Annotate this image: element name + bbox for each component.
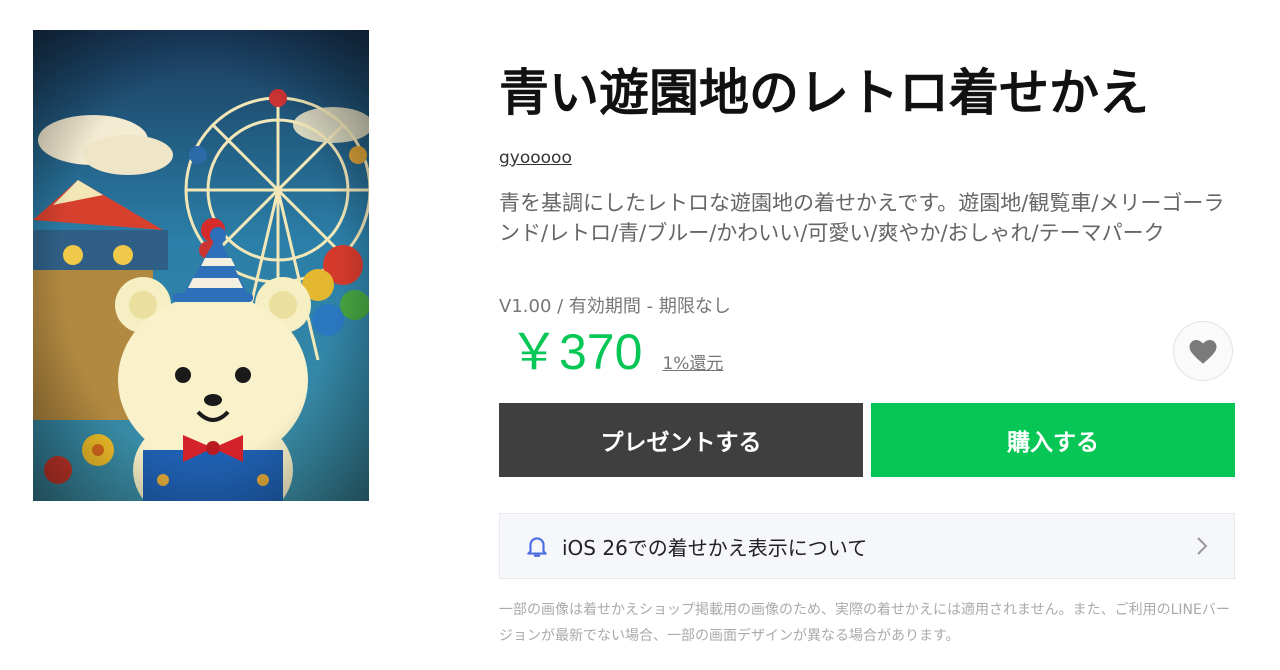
heart-icon: [1189, 339, 1217, 364]
favorite-button[interactable]: [1173, 321, 1233, 381]
product-title: 青い遊園地のレトロ着せかえ: [499, 64, 1149, 122]
author-link[interactable]: gyooooo: [499, 148, 572, 168]
price: ￥370: [509, 324, 643, 380]
buy-button[interactable]: 購入する: [871, 403, 1235, 477]
notice-text: iOS 26での着せかえ表示について: [562, 535, 868, 560]
chevron-right-icon: [1196, 536, 1208, 560]
product-description: 青を基調にしたレトロな遊園地の着せかえです。遊園地/観覧車/メリーゴーランド/レ…: [499, 191, 1225, 245]
price-row: ￥370 1%還元: [499, 322, 723, 382]
product-image: [33, 30, 369, 501]
disclaimer-text: 一部の画像は着せかえショップ掲載用の画像のため、実際の着せかえには適用されません…: [499, 602, 1230, 644]
cashback-link[interactable]: 1%還元: [662, 349, 723, 374]
product-page: 青い遊園地のレトロ着せかえ gyooooo 青を基調にしたレトロな遊園地の着せか…: [0, 0, 1280, 670]
bell-icon: [524, 532, 552, 560]
version-validity: V1.00 / 有効期間 - 期限なし: [499, 296, 731, 317]
gift-button[interactable]: プレゼントする: [499, 403, 863, 477]
ios-notice-link[interactable]: iOS 26での着せかえ表示について: [499, 513, 1235, 579]
